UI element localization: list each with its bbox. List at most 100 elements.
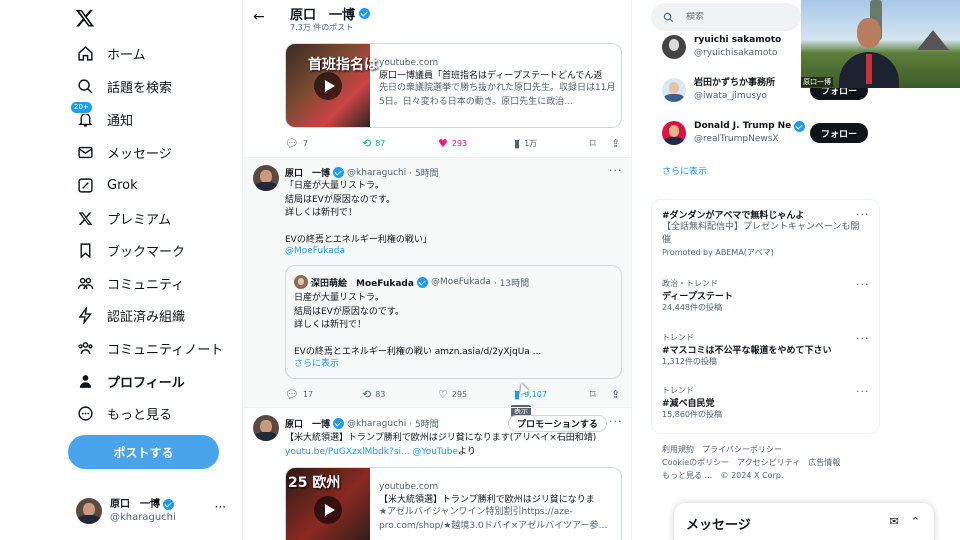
share-button[interactable]: ⇪ <box>611 388 620 401</box>
background-roof <box>917 30 949 50</box>
nav-item-grok[interactable]: Grok <box>76 170 138 200</box>
like-button[interactable]: ♡ 295 <box>438 388 467 401</box>
x-logo-icon[interactable] <box>75 8 95 28</box>
nav-item-bookmarks[interactable]: ブックマーク <box>76 235 185 265</box>
nav-item-premium[interactable]: プレミアム <box>76 203 171 233</box>
nav-item-communities[interactable]: コミュニティ <box>76 268 184 298</box>
views-count: 1万 <box>524 138 538 148</box>
footer-link[interactable]: アクセシビリティ <box>737 458 800 467</box>
trend-title: #マスコミは不公平な報道をやめて下さい <box>662 346 832 356</box>
like-button[interactable]: ♥ 293 <box>438 137 467 150</box>
views-button[interactable]: ▮ 1万 <box>514 137 537 150</box>
heart-icon: ♥ <box>438 136 448 150</box>
tweet-author-name[interactable]: 原口 一博 <box>285 417 330 430</box>
reply-button[interactable]: 💬︎ 7 <box>285 137 308 150</box>
account-switcher[interactable]: 原口 一博 @kharaguchi ··· <box>76 494 236 528</box>
footer-link[interactable]: Cookieのポリシー <box>662 458 729 467</box>
account-name: 原口 一博 <box>110 499 160 510</box>
tweet-time[interactable]: · 5時間 <box>409 417 438 430</box>
footer-link[interactable]: 利用規約 <box>662 445 694 454</box>
tweet-author-name[interactable]: 原口 一博 <box>285 166 330 179</box>
follow-button[interactable]: フォロー <box>810 123 868 143</box>
more-options-icon[interactable]: ··· <box>856 278 870 291</box>
nav-item-more[interactable]: もっと見る <box>76 398 172 428</box>
quote-author-name: 深田萌絵 MoeFukada <box>311 278 414 289</box>
presenter <box>839 18 899 88</box>
nav-label: コミュニティノート <box>107 342 224 358</box>
promote-button[interactable]: プロモーションする <box>508 415 607 432</box>
trend-item[interactable]: トレンド #マスコミは不公平な報道をやめて下さい 1,312件の投稿 <box>662 332 832 367</box>
more-options-icon[interactable]: ··· <box>609 164 623 177</box>
lightning-icon <box>76 306 94 324</box>
avatar <box>76 498 102 524</box>
expand-chevron-icon[interactable]: ⌃ <box>911 515 920 528</box>
tweet-author-handle[interactable]: @kharaguchi <box>347 168 406 178</box>
youtube-link[interactable]: youtu.be/PuGXzxlMbdk?si... <box>285 447 410 457</box>
new-message-icon[interactable]: ✉︎ <box>890 515 899 528</box>
retweet-count: 83 <box>375 389 386 399</box>
nav-item-profile[interactable]: プロフィール <box>76 366 185 396</box>
more-options-icon[interactable]: ··· <box>609 415 623 428</box>
link-description: ★アゼルバイジャンワイン特別割引https://aze-pro.com/shop… <box>379 507 608 531</box>
nav-label: 通知 <box>107 113 134 129</box>
youtube-mention-link[interactable]: @YouTube <box>412 447 458 457</box>
trend-count: 15,860件の投稿 <box>662 410 722 419</box>
nav-label: プロフィール <box>107 375 185 391</box>
link-card[interactable]: 首班指名は youtube.com 原口一博議員「首班指名はディープステートどん… <box>285 43 622 128</box>
suggestion-name: ryuichi sakamoto <box>694 35 782 45</box>
more-options-icon[interactable]: ··· <box>856 208 870 221</box>
back-arrow-icon[interactable]: ← <box>253 9 265 25</box>
nav-item-messages[interactable]: メッセージ <box>76 137 172 167</box>
suggestion-name: 岩田かずちか事務所 <box>694 78 776 88</box>
retweet-button[interactable]: ⟲ 87 <box>362 137 385 150</box>
link-card[interactable]: 25 欧州 youtube.com 【米大統領選】トランプ勝利で欧州はジリ貧にな… <box>285 467 622 540</box>
show-more-link[interactable]: さらに表示 <box>662 164 707 177</box>
footer-link[interactable]: もっと見る … <box>662 471 713 480</box>
footer-link[interactable]: プライバシーポリシー <box>702 445 782 454</box>
thumbnail-text: 首班指名は <box>308 57 378 73</box>
bookmark-button[interactable]: ⌑ <box>590 137 596 150</box>
nav-item-verified-orgs[interactable]: 認証済み組織 <box>76 300 185 330</box>
verified-badge-icon <box>333 167 345 178</box>
tweet-header: 原口 一博 @kharaguchi · 5時間 <box>285 417 439 430</box>
retweet-button[interactable]: ⟲ 83 <box>362 388 385 401</box>
trend-category: トレンド <box>662 333 694 342</box>
quoted-tweet[interactable]: 深田萌絵 MoeFukada @MoeFukada · 13時間 日産が大量リス… <box>285 265 622 379</box>
link-domain: youtube.com <box>379 58 439 68</box>
play-icon <box>314 72 342 100</box>
more-options-icon[interactable]: ··· <box>215 500 226 514</box>
quote-header: 深田萌絵 MoeFukada @MoeFukada · 13時間 <box>294 275 529 289</box>
messages-drawer[interactable]: メッセージ ✉︎ ⌃ <box>674 503 934 540</box>
mention-link[interactable]: @MoeFukada <box>285 245 345 259</box>
bookmark-button[interactable]: ⌑ <box>590 388 596 401</box>
show-more-link[interactable]: さらに表示 <box>294 358 339 372</box>
profile-title: 原口 一博 <box>290 4 371 23</box>
follow-suggestion[interactable]: Donald J. Trump Ne @realTrumpNewsX <box>662 120 806 146</box>
tweet-time[interactable]: · 5時間 <box>409 166 438 179</box>
avatar[interactable] <box>253 415 279 441</box>
tweet-author-handle[interactable]: @kharaguchi <box>347 419 406 429</box>
nav-item-notifications[interactable]: 20+ 通知 <box>70 101 134 134</box>
nav-label: メッセージ <box>107 146 172 162</box>
follow-suggestion[interactable]: 岩田かずちか事務所 @iwata_jimusyo <box>662 77 775 103</box>
trend-item[interactable]: 政治・トレンド ディープステート 24,448件の投稿 <box>662 278 733 313</box>
trend-item[interactable]: #ダンダンがアベマで無料じゃんよ 【全話無料配信中】プレゼントキャンペーンも開催… <box>662 208 862 258</box>
search-input[interactable] <box>686 12 786 22</box>
search-box[interactable] <box>651 3 801 31</box>
avatar[interactable] <box>253 165 279 191</box>
more-options-icon[interactable]: ··· <box>856 332 870 345</box>
webcam-overlay: 原口一博 <box>801 0 960 88</box>
reply-button[interactable]: 💬︎ 17 <box>285 388 313 401</box>
share-button[interactable]: ⇪ <box>611 137 620 150</box>
follow-suggestion[interactable]: ryuichi sakamoto @ryuichisakamoto <box>662 34 781 60</box>
more-options-icon[interactable]: ··· <box>856 385 870 398</box>
nav-item-community-notes[interactable]: コミュニティノート <box>76 333 223 363</box>
post-button[interactable]: ポストする <box>68 435 219 469</box>
trend-item[interactable]: トレンド #減ベ自民党 15,860件の投稿 <box>662 385 722 420</box>
verified-badge-icon <box>794 121 806 132</box>
account-handle: @kharaguchi <box>110 512 176 523</box>
main-timeline: ← 原口 一博 7.3万 件のポスト 首班指名は youtube.com 原口一… <box>242 0 632 540</box>
footer-link[interactable]: 広告情報 <box>808 458 840 467</box>
nav-item-explore[interactable]: 話題を検索 <box>76 71 172 101</box>
nav-item-home[interactable]: ホーム <box>76 38 146 68</box>
